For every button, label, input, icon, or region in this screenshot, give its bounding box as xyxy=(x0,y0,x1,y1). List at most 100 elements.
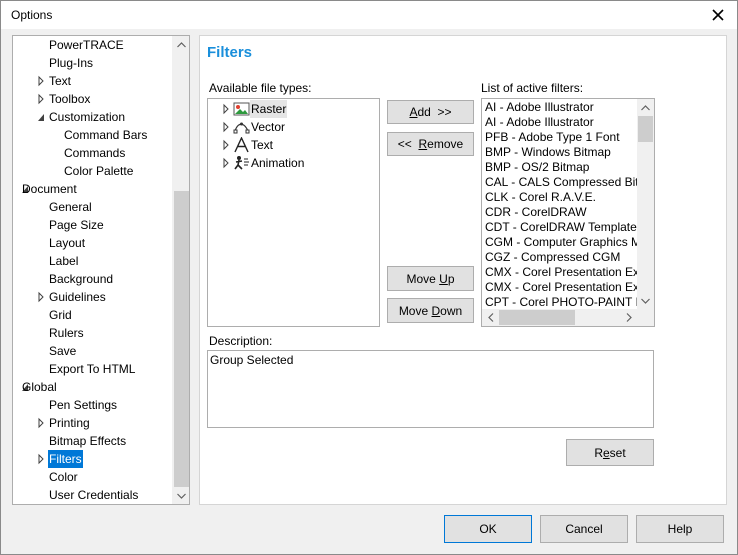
tree-item-toolbox[interactable]: Toolbox xyxy=(13,90,173,108)
tree-scrollbar[interactable] xyxy=(172,36,189,504)
tree-item-label: Plug-Ins xyxy=(49,56,94,70)
tree-item-layout[interactable]: Layout xyxy=(13,234,173,252)
active-filter-item[interactable]: CMX - Corel Presentation Exc xyxy=(485,265,637,280)
active-filter-item[interactable]: CMX - Corel Presentation Exc xyxy=(485,280,637,295)
scroll-down-icon[interactable] xyxy=(173,487,189,504)
tree-item-export-to-html[interactable]: Export To HTML xyxy=(13,360,173,378)
available-file-types-list[interactable]: Raster Vector Text Animation xyxy=(207,98,380,327)
active-filter-item[interactable]: CDR - CorelDRAW xyxy=(485,205,587,220)
help-button[interactable]: Help xyxy=(636,515,724,543)
active-filters-vscroll[interactable] xyxy=(637,99,654,309)
tree-item-save[interactable]: Save xyxy=(13,342,173,360)
active-filter-item[interactable]: CGM - Computer Graphics M xyxy=(485,235,637,250)
tree-item-customization[interactable]: Customization xyxy=(13,108,173,126)
tree-item-color-palette[interactable]: Color Palette xyxy=(13,162,173,180)
collapsed-caret-icon[interactable] xyxy=(37,90,47,108)
options-tree[interactable]: PowerTRACE Plug-Ins Text Toolbox Customizati… xyxy=(12,35,190,505)
cancel-button[interactable]: Cancel xyxy=(540,515,628,543)
scroll-corner xyxy=(637,309,654,326)
active-filters-vthumb[interactable] xyxy=(638,116,653,142)
file-type-raster[interactable]: Raster xyxy=(222,100,372,118)
remove-button[interactable]: << Remove xyxy=(387,132,474,156)
move-down-button[interactable]: Move Down xyxy=(387,298,474,323)
tree-scroll-thumb[interactable] xyxy=(174,191,189,487)
tree-item-global[interactable]: Global xyxy=(13,378,173,396)
tree-item-label: Rulers xyxy=(49,326,84,340)
file-type-label: Animation xyxy=(251,156,305,170)
tree-item-rulers[interactable]: Rulers xyxy=(13,324,173,342)
collapsed-caret-icon[interactable] xyxy=(222,100,232,118)
tree-item-commands[interactable]: Commands xyxy=(13,144,173,162)
cancel-label: Cancel xyxy=(565,522,603,536)
active-filter-item[interactable]: CAL - CALS Compressed Bitm xyxy=(485,175,637,190)
remove-button-accel: R xyxy=(418,137,428,151)
tree-item-background[interactable]: Background xyxy=(13,270,173,288)
collapsed-caret-icon[interactable] xyxy=(37,288,47,306)
active-filter-item[interactable]: CDT - CorelDRAW Template xyxy=(485,220,637,235)
active-filters-hscroll[interactable] xyxy=(482,309,637,326)
filters-panel: Filters Available file types: List of ac… xyxy=(199,35,727,505)
active-filters-hthumb[interactable] xyxy=(499,310,575,325)
active-filters-list[interactable]: AI - Adobe Illustrator AI - Adobe Illustr… xyxy=(481,98,655,327)
collapsed-caret-icon[interactable] xyxy=(222,154,232,172)
move-up-label-pre: Move xyxy=(406,271,440,286)
help-label: Help xyxy=(667,522,693,536)
collapsed-caret-icon[interactable] xyxy=(37,414,47,432)
tree-item-document[interactable]: Document xyxy=(13,180,173,198)
raster-icon xyxy=(233,102,250,116)
tree-item-label[interactable]: Label xyxy=(13,252,173,270)
tree-item-guidelines[interactable]: Guidelines xyxy=(13,288,173,306)
active-filter-item[interactable]: CPT - Corel PHOTO-PAINT I xyxy=(485,295,637,309)
expanded-caret-icon[interactable] xyxy=(37,108,47,126)
active-filter-item[interactable]: CGZ - Compressed CGM xyxy=(485,250,620,265)
tree-item-command-bars[interactable]: Command Bars xyxy=(13,126,173,144)
collapsed-caret-icon[interactable] xyxy=(222,136,232,154)
collapsed-caret-icon[interactable] xyxy=(37,450,47,468)
tree-item-color[interactable]: Color xyxy=(13,468,173,486)
scroll-up-icon[interactable] xyxy=(173,36,189,53)
active-filter-item[interactable]: PFB - Adobe Type 1 Font xyxy=(485,130,620,145)
tree-item-label: Export To HTML xyxy=(49,362,136,376)
scroll-left-icon[interactable] xyxy=(482,309,499,326)
tree-item-pen-settings[interactable]: Pen Settings xyxy=(13,396,173,414)
tree-item-bitmap-effects[interactable]: Bitmap Effects xyxy=(13,432,173,450)
tree-item-text[interactable]: Text xyxy=(13,72,173,90)
collapsed-caret-icon[interactable] xyxy=(222,118,232,136)
tree-item-powertrace[interactable]: PowerTRACE xyxy=(13,36,173,54)
add-button[interactable]: Add >> xyxy=(387,100,474,124)
close-icon xyxy=(712,9,724,21)
close-button[interactable] xyxy=(703,3,733,27)
tree-item-filters[interactable]: Filters xyxy=(13,450,173,468)
move-up-button[interactable]: Move Up xyxy=(387,266,474,291)
file-type-text[interactable]: Text xyxy=(222,136,372,154)
window-title: Options xyxy=(11,8,53,22)
tree-item-page-size[interactable]: Page Size xyxy=(13,216,173,234)
tree-item-plug-ins[interactable]: Plug-Ins xyxy=(13,54,173,72)
ok-button[interactable]: OK xyxy=(444,515,532,543)
file-type-label: Raster xyxy=(250,100,288,118)
reset-button[interactable]: Re set xyxy=(566,439,654,466)
tree-item-general[interactable]: General xyxy=(13,198,173,216)
move-up-accel: U xyxy=(439,271,448,286)
scroll-up-icon[interactable] xyxy=(637,99,654,116)
tree-item-label: Color xyxy=(49,470,78,484)
tree-item-printing[interactable]: Printing xyxy=(13,414,173,432)
active-filter-item[interactable]: CLK - Corel R.A.V.E. xyxy=(485,190,596,205)
active-filter-item[interactable]: AI - Adobe Illustrator xyxy=(485,115,594,130)
collapsed-caret-icon[interactable] xyxy=(37,72,47,90)
active-filter-item[interactable]: BMP - OS/2 Bitmap xyxy=(485,160,589,175)
file-type-animation[interactable]: Animation xyxy=(222,154,372,172)
tree-item-grid[interactable]: Grid xyxy=(13,306,173,324)
tree-item-label: Background xyxy=(49,272,114,286)
reset-label-post: set xyxy=(609,445,626,460)
file-type-vector[interactable]: Vector xyxy=(222,118,372,136)
scroll-down-icon[interactable] xyxy=(637,292,654,309)
add-button-accel: A xyxy=(409,105,418,119)
reset-accel: e xyxy=(602,445,610,460)
tree-item-label: Printing xyxy=(49,416,90,430)
scroll-right-icon[interactable] xyxy=(620,309,637,326)
active-filter-item[interactable]: BMP - Windows Bitmap xyxy=(485,145,611,160)
active-filter-item[interactable]: AI - Adobe Illustrator xyxy=(485,100,594,115)
tree-item-label: Document xyxy=(22,182,77,196)
tree-item-user-credentials[interactable]: User Credentials xyxy=(13,486,173,504)
